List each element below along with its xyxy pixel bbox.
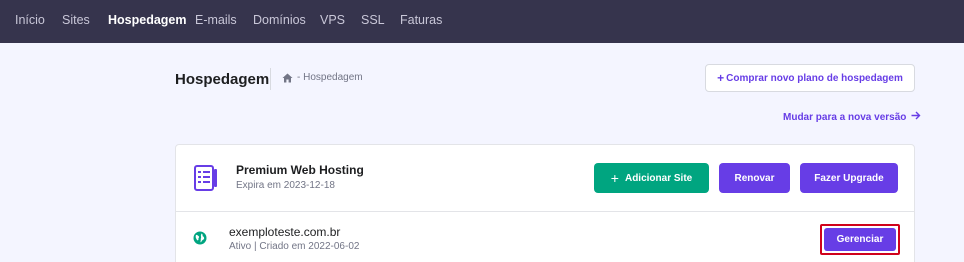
- breadcrumb: - Hospedagem: [282, 72, 363, 83]
- switch-version-link[interactable]: Mudar para a nova versão: [783, 111, 921, 123]
- card-divider: [176, 211, 914, 212]
- title-divider: [270, 68, 271, 90]
- nav-item-inicio[interactable]: Início: [15, 13, 45, 27]
- site-domain[interactable]: exemploteste.com.br: [229, 225, 340, 239]
- hosting-plan-card: Premium Web Hosting Expira em 2023-12-18…: [175, 144, 915, 262]
- nav-item-dominios[interactable]: Domínios: [253, 13, 306, 27]
- site-status: Ativo | Criado em 2022-06-02: [229, 241, 360, 252]
- add-site-button[interactable]: + Adicionar Site: [594, 163, 709, 193]
- top-navigation: Início Sites Hospedagem E-mails Domínios…: [0, 0, 964, 43]
- manage-button[interactable]: Gerenciar: [824, 228, 896, 251]
- upgrade-button[interactable]: Fazer Upgrade: [800, 163, 898, 193]
- switch-version-label: Mudar para a nova versão: [783, 111, 907, 123]
- nav-item-ssl[interactable]: SSL: [361, 13, 385, 27]
- nav-item-vps[interactable]: VPS: [320, 13, 345, 27]
- plus-icon: +: [717, 71, 725, 85]
- nav-item-emails[interactable]: E-mails: [195, 13, 237, 27]
- plus-icon: +: [610, 170, 619, 186]
- buy-hosting-plan-button[interactable]: + Comprar novo plano de hospedagem: [705, 64, 915, 92]
- plan-expiry: Expira em 2023-12-18: [236, 180, 335, 191]
- buy-hosting-plan-label: Comprar novo plano de hospedagem: [726, 72, 903, 84]
- home-icon[interactable]: [282, 73, 293, 83]
- nav-item-sites[interactable]: Sites: [62, 13, 90, 27]
- nav-item-faturas[interactable]: Faturas: [400, 13, 442, 27]
- renew-button[interactable]: Renovar: [719, 163, 790, 193]
- server-list-icon: [194, 165, 218, 196]
- add-site-label: Adicionar Site: [624, 172, 693, 184]
- globe-icon: [193, 231, 207, 250]
- breadcrumb-current: - Hospedagem: [297, 72, 363, 83]
- arrow-right-icon: [911, 111, 921, 123]
- manage-highlight: Gerenciar: [820, 224, 900, 255]
- nav-item-hospedagem[interactable]: Hospedagem: [108, 13, 187, 27]
- page-title: Hospedagem: [175, 71, 270, 88]
- plan-name: Premium Web Hosting: [236, 163, 364, 177]
